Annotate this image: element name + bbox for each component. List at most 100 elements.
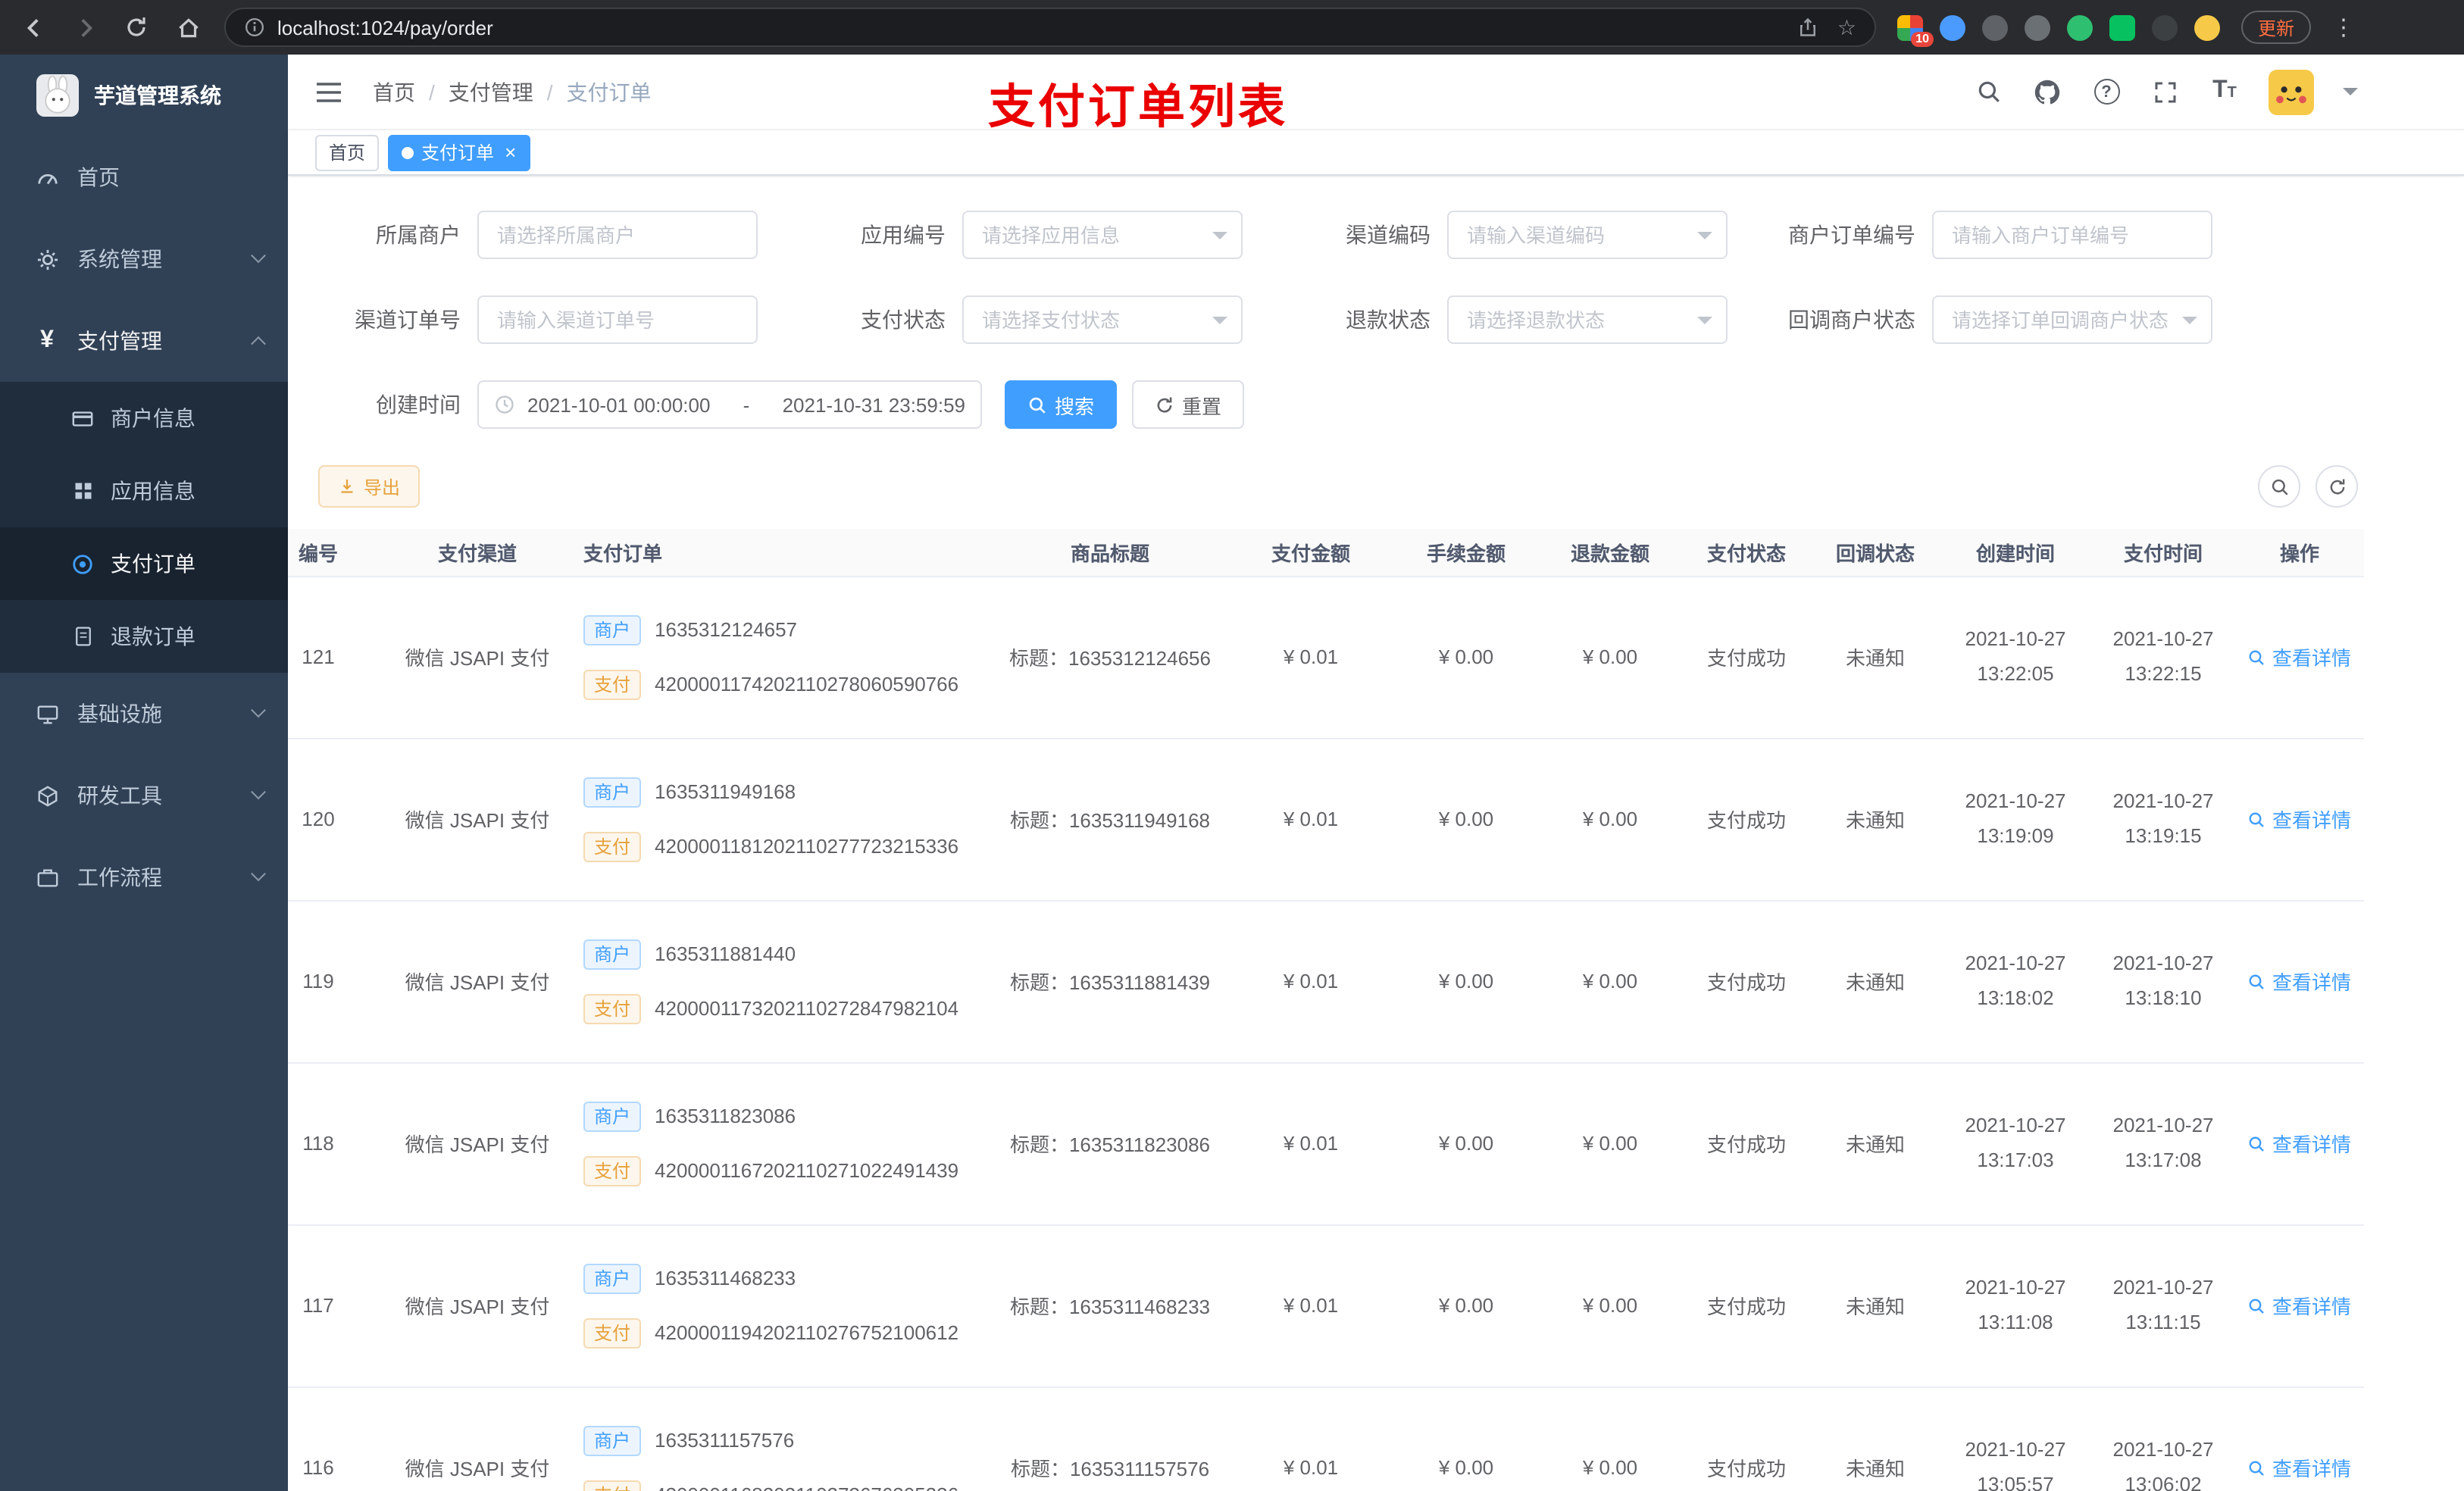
- sidebar-item-app-info[interactable]: 应用信息: [0, 455, 288, 527]
- reload-icon[interactable]: [121, 12, 152, 42]
- browser-menu-icon[interactable]: ⋮: [2332, 14, 2355, 41]
- sidebar-item-infra[interactable]: 基础设施: [0, 673, 288, 755]
- fullscreen-icon[interactable]: [2150, 77, 2181, 107]
- merchant-order-no: 1635311468233: [655, 1267, 796, 1289]
- font-size-icon[interactable]: TT: [2209, 77, 2240, 107]
- github-icon[interactable]: [2032, 77, 2062, 107]
- cell-refund: ¥ 0.00: [1538, 576, 1682, 739]
- help-icon[interactable]: ?: [2091, 77, 2122, 107]
- notify-status-select[interactable]: [1932, 295, 2212, 344]
- bookmark-star-icon[interactable]: ☆: [1837, 17, 1856, 38]
- share-icon[interactable]: [1798, 17, 1819, 38]
- view-detail-link[interactable]: 查看详情: [2248, 1129, 2351, 1158]
- table-row: 117 微信 JSAPI 支付 商户 1635311468233 支付 4200…: [288, 1224, 2364, 1387]
- sidebar-item-system[interactable]: 系统管理: [0, 218, 288, 300]
- view-detail-link[interactable]: 查看详情: [2248, 1291, 2351, 1320]
- merchant-tag: 商户: [583, 1101, 642, 1131]
- sidebar-item-devtools[interactable]: 研发工具: [0, 755, 288, 836]
- field-label: 退款状态: [1346, 308, 1431, 332]
- refund-status-input[interactable]: [1447, 295, 1728, 344]
- toggle-search-button[interactable]: [2258, 465, 2300, 508]
- sidebar-item-refund-order[interactable]: 退款订单: [0, 600, 288, 673]
- cell-refund: ¥ 0.00: [1538, 1386, 1682, 1491]
- cell-title: 标题：1635311949168: [993, 738, 1227, 901]
- update-button[interactable]: 更新: [2241, 11, 2312, 44]
- refresh-table-button[interactable]: [2315, 465, 2358, 508]
- cell-status: 支付成功: [1682, 1224, 1811, 1387]
- pay-tag: 支付: [583, 831, 642, 861]
- date-end[interactable]: 2021-10-31 23:59:59: [783, 393, 965, 416]
- refund-status-select[interactable]: [1447, 295, 1728, 344]
- ext-blue-icon[interactable]: [1940, 14, 1965, 40]
- pay-tag: 支付: [583, 669, 642, 699]
- field-label: 创建时间: [376, 392, 461, 417]
- tab-home[interactable]: 首页: [315, 134, 380, 170]
- user-avatar[interactable]: [2269, 69, 2314, 114]
- paid-time: 13:17:08: [2125, 1148, 2202, 1171]
- merchant-tag: 商户: [583, 1263, 642, 1293]
- pay-status-select[interactable]: [962, 295, 1243, 344]
- table-header-row: 编号 支付渠道 支付订单 商品标题 支付金额 手续金额 退款金额 支付状态 回调状态 创建时间 支付…: [288, 529, 2364, 577]
- notify-status-input[interactable]: [1932, 295, 2212, 344]
- merchant-order-no-input[interactable]: [1932, 211, 2212, 259]
- export-button[interactable]: 导出: [318, 465, 421, 508]
- breadcrumb-pay[interactable]: 支付管理: [449, 77, 533, 107]
- cell-created: 2021-10-27 13:17:03: [1940, 1062, 2091, 1225]
- sidebar-item-workflow[interactable]: 工作流程: [0, 836, 288, 918]
- cell-paid: 2021-10-27 13:19:15: [2091, 738, 2235, 901]
- sidebar-item-merchant-info[interactable]: 商户信息: [0, 382, 288, 455]
- merchant-order-no: 1635311157576: [655, 1429, 795, 1452]
- sidebar-item-label: 工作流程: [77, 865, 162, 889]
- avatar-caret-icon[interactable]: [2343, 88, 2358, 103]
- channel-code-input[interactable]: [1447, 211, 1728, 259]
- address-bar[interactable]: localhost:1024/pay/order ☆: [224, 8, 1876, 47]
- extensions-puzzle-icon[interactable]: 10: [1897, 14, 1934, 46]
- ext-emoji-icon[interactable]: [2194, 14, 2220, 40]
- search-icon: [2248, 972, 2266, 990]
- home-icon[interactable]: [173, 12, 203, 42]
- date-start[interactable]: 2021-10-01 00:00:00: [527, 393, 710, 416]
- app-select[interactable]: [962, 211, 1243, 259]
- ext-chat-icon[interactable]: [2109, 14, 2135, 40]
- search-icon[interactable]: [1973, 77, 2003, 107]
- sidebar-item-label: 系统管理: [77, 247, 162, 271]
- ext-gray-icon[interactable]: [1982, 14, 2008, 40]
- column-header: 支付订单: [568, 529, 993, 577]
- created-date: 2021-10-27: [1965, 952, 2066, 975]
- view-detail-link[interactable]: 查看详情: [2248, 1453, 2351, 1482]
- sidebar-item-pay-order[interactable]: 支付订单: [0, 527, 288, 600]
- column-header: 手续金额: [1394, 529, 1538, 577]
- merchant-input[interactable]: [477, 211, 758, 259]
- ext-dark-icon[interactable]: [2025, 14, 2050, 40]
- channel-order-no-input[interactable]: [477, 295, 758, 344]
- breadcrumb: 首页 / 支付管理 / 支付订单: [373, 77, 652, 107]
- cell-channel: 微信 JSAPI 支付: [386, 900, 568, 1063]
- view-detail-link[interactable]: 查看详情: [2248, 967, 2351, 996]
- app-select-input[interactable]: [962, 211, 1243, 259]
- channel-code-select[interactable]: [1447, 211, 1728, 259]
- reset-button[interactable]: 重置: [1132, 380, 1245, 429]
- ext-green-circle-icon[interactable]: [2067, 14, 2093, 40]
- back-icon[interactable]: [18, 12, 48, 42]
- ext-dark2-icon[interactable]: [2152, 14, 2178, 40]
- dashboard-icon: [33, 166, 61, 189]
- site-info-icon[interactable]: [244, 17, 265, 38]
- column-header: 创建时间: [1940, 529, 2091, 577]
- breadcrumb-home[interactable]: 首页: [373, 77, 415, 107]
- close-icon[interactable]: ×: [505, 142, 516, 162]
- chevron-up-icon: [251, 335, 266, 351]
- search-button[interactable]: 搜索: [1005, 380, 1118, 429]
- pay-status-input[interactable]: [962, 295, 1243, 344]
- hamburger-icon[interactable]: [315, 80, 342, 104]
- channel-order-no: 4200001168202110273676305236: [655, 1483, 958, 1491]
- cell-notify-status: 未通知: [1811, 1386, 1940, 1491]
- date-range-picker[interactable]: 2021-10-01 00:00:00 - 2021-10-31 23:59:5…: [477, 380, 982, 429]
- sidebar-item-payment[interactable]: ¥ 支付管理: [0, 300, 288, 382]
- tab-pay-order[interactable]: 支付订单 ×: [388, 134, 530, 170]
- sidebar-item-home[interactable]: 首页: [0, 136, 288, 218]
- field-label: 支付状态: [861, 308, 946, 332]
- view-detail-link[interactable]: 查看详情: [2248, 805, 2351, 833]
- breadcrumb-separator: /: [546, 80, 553, 104]
- view-detail-link[interactable]: 查看详情: [2248, 642, 2351, 671]
- forward-icon[interactable]: [70, 12, 100, 42]
